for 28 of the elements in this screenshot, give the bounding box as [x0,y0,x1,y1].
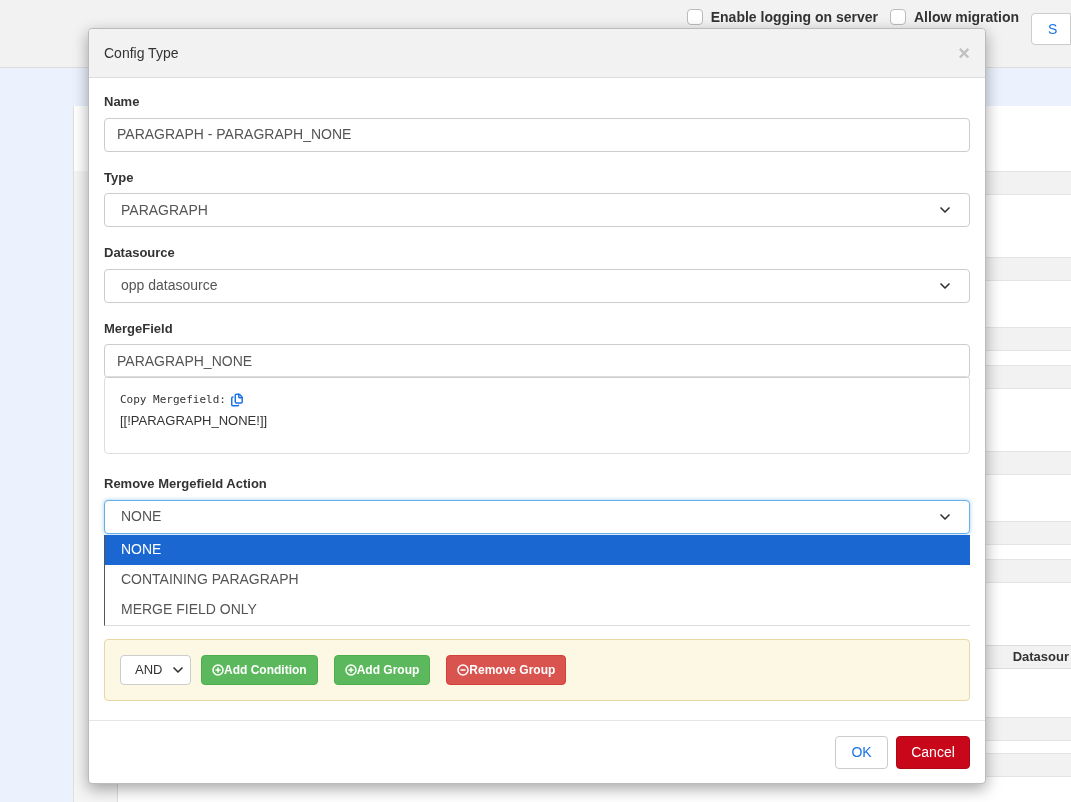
copy-label: Copy Mergefield: [120,392,226,408]
mergefield-code: [[!PARAGRAPH_NONE!]] [120,411,269,430]
checkbox[interactable] [890,9,906,25]
select-field[interactable]: opp datasource [104,268,970,303]
field-label: Datasource [104,244,176,262]
column-header: Datasour [1012,648,1070,667]
plus-circle-icon [212,663,224,676]
select-field[interactable]: PARAGRAPH [104,193,970,227]
dropdown-option[interactable]: NONE [105,534,970,565]
dialog-title: Config Type [104,43,179,63]
remove-group-button[interactable]: Remove Group [446,654,567,685]
ok-button[interactable]: OK [835,735,888,769]
minus-circle-icon [457,663,470,676]
save-button[interactable]: S [1031,13,1071,45]
field-label: Remove Mergefield Action [104,475,268,493]
field-label: MergeField [104,319,174,338]
checkbox-label: Allow migration [914,7,1019,27]
field-label: Name [104,93,141,111]
plus-circle-icon [344,663,357,676]
copy-icon[interactable] [229,393,244,408]
text-input[interactable]: PARAGRAPH_NONE [104,344,970,378]
field-label: Type [104,168,135,187]
action-select[interactable]: NONE [104,499,970,534]
operator-select[interactable]: AND [120,654,191,685]
text-input[interactable]: PARAGRAPH - PARAGRAPH_NONE [104,117,970,152]
checkbox[interactable] [686,9,703,25]
checkbox-label: Enable logging on server [710,7,878,27]
cancel-button[interactable]: Cancel [896,735,970,769]
